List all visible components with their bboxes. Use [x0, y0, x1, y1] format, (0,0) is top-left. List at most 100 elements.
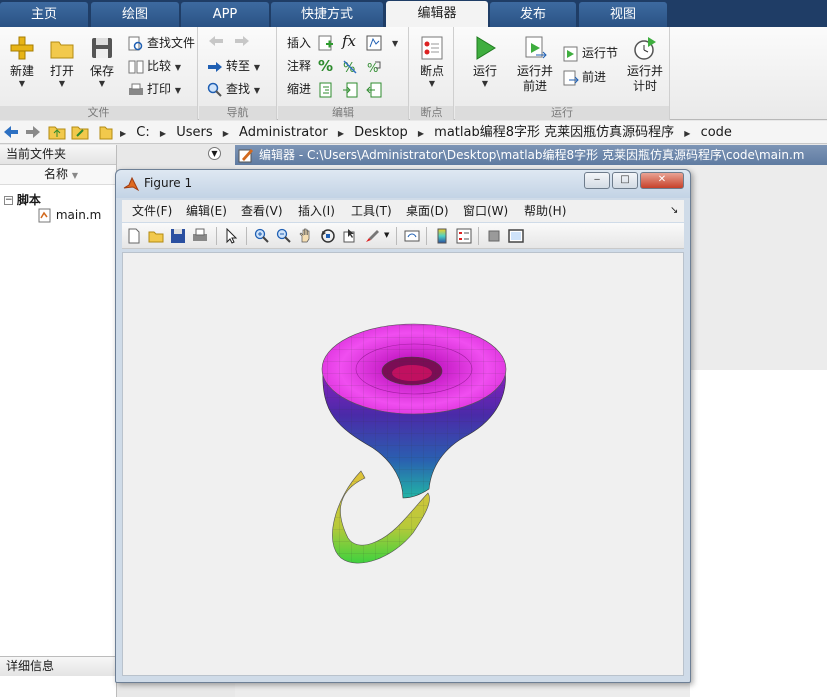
chevron-down-icon: ▼: [481, 79, 489, 88]
tab-plots[interactable]: 绘图: [91, 2, 179, 27]
hide-plot-tools-icon[interactable]: [486, 228, 502, 244]
open-file-icon[interactable]: [148, 228, 164, 244]
menu-edit[interactable]: 编辑(E): [186, 200, 227, 222]
tab-view[interactable]: 视图: [579, 2, 667, 27]
current-folder-panel: 当前文件夹 名称 ▼ − 脚本 main.m 详细信息: [0, 145, 117, 697]
name-column-header[interactable]: 名称 ▼: [0, 165, 116, 185]
breadcrumb: ▶ C: ▶ Users ▶ Administrator ▶ Desktop ▶…: [120, 124, 738, 142]
forward-arrow-icon[interactable]: [25, 125, 41, 139]
dock-icon[interactable]: ↘: [670, 200, 678, 222]
back-forward-buttons[interactable]: [207, 33, 251, 53]
chevron-down-icon[interactable]: ▼: [384, 231, 389, 239]
scripts-group-label: 脚本: [16, 193, 41, 207]
run-section-button[interactable]: 运行节: [563, 43, 618, 63]
breadcrumb-separator-icon: ▶: [222, 129, 229, 138]
print-figure-icon[interactable]: [192, 228, 208, 244]
print-button[interactable]: 打印 ▼: [128, 79, 181, 99]
back-arrow-icon[interactable]: [3, 125, 19, 139]
new-figure-icon[interactable]: [126, 228, 142, 244]
menu-view[interactable]: 查看(V): [241, 200, 283, 222]
advance-button[interactable]: 前进: [563, 67, 606, 87]
zoom-out-icon[interactable]: [276, 228, 292, 244]
menu-desktop[interactable]: 桌面(D): [406, 200, 449, 222]
find-files-label: 查找文件: [147, 36, 196, 50]
indent-button[interactable]: 缩进: [287, 79, 311, 99]
navigate-group: 转至 ▼ 查找 ▼ 导航: [199, 27, 277, 120]
menu-window[interactable]: 窗口(W): [463, 200, 508, 222]
browse-folder-icon[interactable]: [71, 124, 89, 140]
tab-apps[interactable]: APP: [181, 2, 269, 27]
figure-canvas[interactable]: [122, 252, 684, 676]
run-and-advance-button[interactable]: 运行并 前进: [515, 35, 555, 94]
data-cursor-icon[interactable]: [342, 228, 358, 244]
brush-icon[interactable]: [364, 228, 380, 244]
find-label: 查找: [226, 82, 251, 96]
uncomment-icon[interactable]: %: [342, 59, 358, 75]
close-button[interactable]: ✕: [640, 172, 684, 189]
find-button[interactable]: 查找 ▼: [207, 79, 260, 99]
new-button[interactable]: 新建 ▼: [6, 35, 38, 89]
crumb-code[interactable]: code: [701, 125, 732, 140]
find-files-button[interactable]: 查找文件: [128, 33, 195, 53]
breakpoints-button[interactable]: 断点 ▼: [416, 35, 448, 89]
percent-icon[interactable]: %: [318, 57, 333, 75]
figure-title-bar[interactable]: Figure 1 ‒ □ ✕: [116, 170, 690, 198]
search-icon: [207, 82, 222, 97]
legend-icon[interactable]: [456, 228, 472, 244]
increase-indent-icon[interactable]: [342, 82, 358, 98]
details-panel-header[interactable]: 详细信息: [0, 656, 116, 676]
goto-button[interactable]: 转至 ▼: [207, 56, 260, 76]
chevron-down-icon: ▼: [18, 79, 26, 88]
crumb-users[interactable]: Users: [176, 125, 212, 140]
run-button[interactable]: 运行 ▼: [467, 35, 503, 89]
crumb-project[interactable]: matlab编程8字形 克莱因瓶仿真源码程序: [434, 125, 674, 140]
up-folder-icon[interactable]: [48, 124, 66, 140]
comment-button[interactable]: 注释: [287, 56, 311, 76]
insert-button[interactable]: 插入: [287, 33, 311, 53]
fx-button[interactable]: fx: [342, 32, 356, 50]
maximize-button[interactable]: □: [612, 172, 638, 189]
insert-section-icon[interactable]: [318, 35, 334, 51]
tab-home[interactable]: 主页: [0, 2, 88, 27]
save-button[interactable]: 保存 ▼: [86, 35, 118, 89]
collapse-icon[interactable]: −: [4, 196, 13, 205]
save-figure-icon[interactable]: [170, 228, 186, 244]
menu-help[interactable]: 帮助(H): [524, 200, 566, 222]
crumb-desktop[interactable]: Desktop: [354, 125, 408, 140]
matlab-logo-icon: [123, 176, 139, 192]
toolbar-divider: [396, 227, 397, 245]
rotate-3d-icon[interactable]: [320, 228, 336, 244]
colorbar-icon[interactable]: [434, 228, 450, 244]
open-button[interactable]: 打开 ▼: [46, 35, 78, 89]
compare-icon: [128, 60, 144, 73]
crumb-c[interactable]: C:: [136, 125, 149, 140]
pointer-icon[interactable]: [224, 228, 240, 244]
show-plot-tools-icon[interactable]: [508, 228, 524, 244]
figure-window: Figure 1 ‒ □ ✕ 文件(F) 编辑(E) 查看(V) 插入(I) 工…: [115, 169, 691, 683]
minimize-button[interactable]: ‒: [584, 172, 610, 189]
menu-insert[interactable]: 插入(I): [298, 200, 335, 222]
script-file-icon: [38, 208, 51, 223]
pan-hand-icon[interactable]: [298, 228, 314, 244]
menu-file[interactable]: 文件(F): [132, 200, 172, 222]
wrap-comments-icon[interactable]: %: [366, 59, 382, 75]
link-plot-icon[interactable]: [404, 228, 420, 244]
breadcrumb-separator-icon: ▶: [684, 129, 691, 138]
compare-button[interactable]: 比较 ▼: [128, 56, 181, 76]
zoom-in-icon[interactable]: [254, 228, 270, 244]
chevron-down-icon[interactable]: ▼: [392, 39, 398, 49]
insert-function-icon[interactable]: [366, 35, 382, 51]
navigate-group-label: 导航: [199, 106, 276, 120]
tab-publish[interactable]: 发布: [490, 2, 576, 27]
tab-shortcuts[interactable]: 快捷方式: [271, 2, 383, 27]
crumb-administrator[interactable]: Administrator: [239, 125, 328, 140]
scripts-group[interactable]: − 脚本: [4, 191, 41, 208]
run-and-time-button[interactable]: 运行并 计时: [625, 35, 665, 94]
file-item-main[interactable]: main.m: [38, 208, 101, 223]
tab-editor[interactable]: 编辑器: [386, 1, 488, 27]
decrease-indent-icon[interactable]: [366, 82, 382, 98]
smart-indent-icon[interactable]: [318, 82, 334, 98]
menu-tools[interactable]: 工具(T): [351, 200, 392, 222]
panel-options-icon[interactable]: ▼: [208, 147, 221, 160]
command-window[interactable]: [690, 370, 827, 697]
